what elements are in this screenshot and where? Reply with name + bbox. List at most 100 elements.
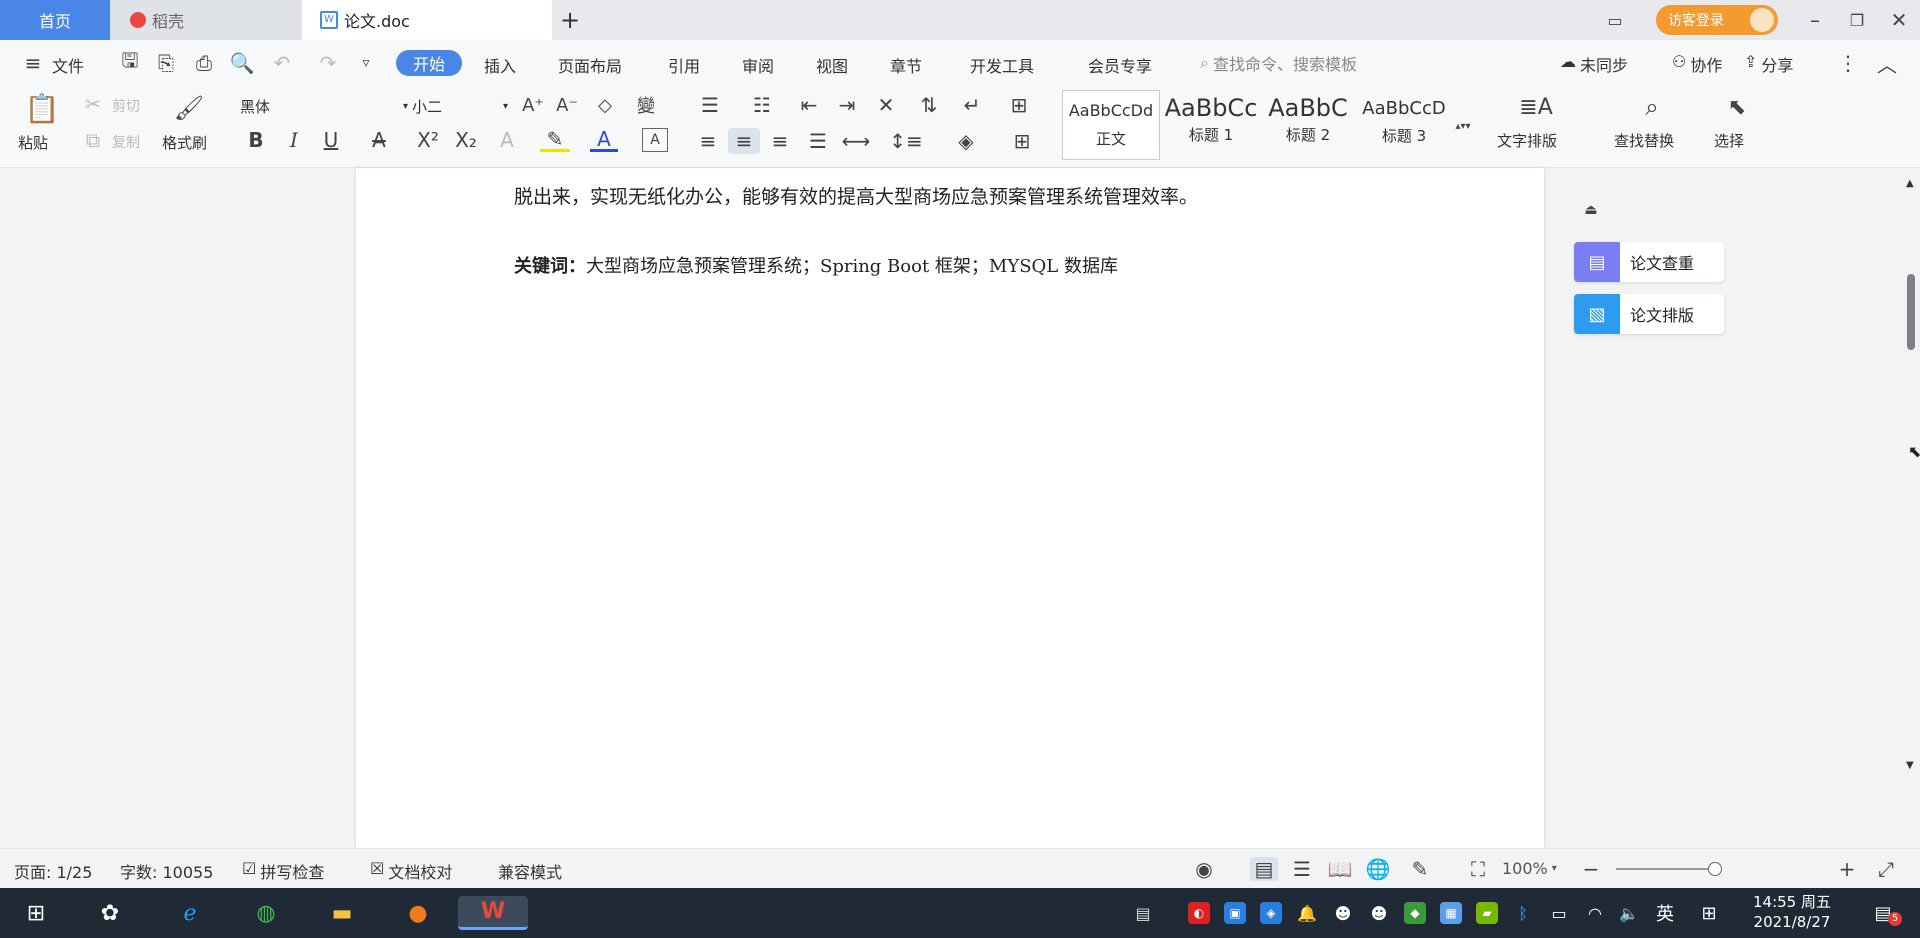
cut-label[interactable]: 剪切	[112, 96, 140, 116]
numbered-list-icon[interactable]: ☷	[746, 93, 778, 117]
scroll-down-icon[interactable]: ▼	[1906, 760, 1914, 771]
tab-chapter[interactable]: 章节	[890, 53, 922, 77]
shading-icon[interactable]: ◈	[946, 128, 986, 154]
outline-view-icon[interactable]: ☰	[1288, 857, 1316, 881]
char-border-icon[interactable]: A	[642, 128, 668, 152]
browser-360-icon[interactable]: ◍	[248, 896, 284, 930]
tab-view[interactable]: 视图	[816, 53, 848, 77]
borders-icon[interactable]: ⊞	[1002, 128, 1042, 154]
more-icon[interactable]: ⋮	[1838, 51, 1858, 75]
clear-format-icon[interactable]: ◇	[592, 94, 618, 116]
text-effect-icon[interactable]: A	[492, 128, 522, 152]
ie-browser-icon[interactable]: ℯ	[172, 896, 208, 930]
tab-document[interactable]: W 论文.doc	[302, 0, 552, 40]
font-size-select[interactable]: 小二 ▾	[412, 94, 508, 118]
collapse-ribbon-icon[interactable]: ︿	[1876, 52, 1898, 77]
find-replace-label[interactable]: 查找替换	[1614, 130, 1674, 151]
login-button[interactable]: 访客登录	[1656, 5, 1778, 35]
tray-app-2-icon[interactable]: ◐	[1188, 902, 1210, 924]
close-icon[interactable]: ✕	[1884, 8, 1914, 32]
tray-qq-icon[interactable]: ☻	[1332, 902, 1354, 924]
chinese-layout-icon[interactable]: ✕	[868, 93, 904, 117]
phonetic-icon[interactable]: 變	[628, 94, 664, 117]
windows-start-icon[interactable]: ⊞	[18, 896, 54, 930]
minimize-icon[interactable]: –	[1800, 8, 1830, 32]
style-heading-1[interactable]: AaBbCc 标题 1	[1162, 90, 1260, 160]
sort-icon[interactable]: ⇅	[916, 93, 942, 117]
scroll-up-icon[interactable]: ▲	[1906, 178, 1914, 189]
paper-layout-button[interactable]: ▧ 论文排版	[1574, 294, 1724, 334]
vertical-scrollbar[interactable]: ▲ ▼	[1902, 168, 1920, 848]
redo-icon[interactable]: ↷	[316, 51, 340, 75]
hamburger-menu-icon[interactable]: ≡	[22, 51, 44, 75]
doc-proofread-button[interactable]: ☒ 文档校对	[370, 859, 452, 883]
italic-icon[interactable]: I	[282, 128, 306, 152]
format-painter-label[interactable]: 格式刷	[162, 132, 207, 153]
reading-view-icon[interactable]: 📖	[1326, 857, 1354, 881]
style-heading-3[interactable]: AaBbCcD 标题 3	[1356, 90, 1452, 160]
justify-icon[interactable]: ☰	[804, 128, 832, 154]
decrease-indent-icon[interactable]: ⇤	[796, 93, 822, 117]
superscript-icon[interactable]: X²	[414, 128, 442, 152]
file-menu[interactable]: 文件	[52, 53, 84, 77]
zoom-in-icon[interactable]: +	[1836, 857, 1858, 881]
share-button[interactable]: ⇪ 分享	[1744, 52, 1793, 76]
grow-font-icon[interactable]: A⁺	[520, 94, 546, 116]
distribute-icon[interactable]: ⟷	[842, 128, 871, 154]
tab-start[interactable]: 开始	[396, 50, 462, 76]
font-name-select[interactable]: 黑体 ▾	[240, 94, 408, 118]
find-replace-icon[interactable]: ⌕	[1636, 92, 1668, 122]
zoom-out-icon[interactable]: −	[1580, 857, 1602, 881]
panel-collapse-icon[interactable]: ⏏	[1580, 200, 1602, 220]
collaborate-button[interactable]: ⚇ 协作	[1672, 52, 1722, 76]
strikethrough-icon[interactable]: A	[364, 128, 394, 152]
paste-label[interactable]: 粘贴	[18, 132, 48, 153]
undo-icon[interactable]: ↶	[270, 51, 294, 75]
zoom-slider-thumb[interactable]	[1708, 862, 1722, 876]
write-view-icon[interactable]: ✎	[1406, 857, 1434, 881]
select-label[interactable]: 选择	[1714, 130, 1744, 151]
tray-bell-icon[interactable]: 🔔	[1296, 902, 1318, 924]
font-color-icon[interactable]: A	[590, 127, 618, 152]
word-count[interactable]: 字数: 10055	[120, 859, 213, 883]
align-right-icon[interactable]: ≡	[766, 128, 794, 154]
bullet-list-icon[interactable]: ☰	[694, 93, 726, 117]
sync-button[interactable]: ☁ 未同步	[1560, 52, 1628, 76]
zoom-select[interactable]: 100% ▾	[1502, 859, 1557, 878]
align-center-icon[interactable]: ≡	[728, 128, 760, 154]
tray-shield-icon[interactable]: ◈	[1260, 902, 1282, 924]
command-search[interactable]: ⌕ 查找命令、搜索模板	[1200, 50, 1420, 76]
clock[interactable]: 14:55 周五 2021/8/27	[1744, 892, 1840, 932]
print-preview-icon[interactable]: 🔍	[230, 51, 255, 75]
line-spacing-icon[interactable]: ↕≡	[886, 128, 926, 154]
select-cursor-icon[interactable]: ⬉	[1722, 92, 1752, 122]
tray-app-3-icon[interactable]: ▣	[1224, 902, 1246, 924]
tray-wifi-icon[interactable]: ◠	[1584, 902, 1606, 924]
subscript-icon[interactable]: X₂	[452, 128, 480, 152]
wps-icon[interactable]: W	[458, 896, 528, 930]
cut-icon[interactable]: ✂	[82, 92, 104, 116]
tab-home[interactable]: 首页	[0, 0, 110, 40]
fit-page-icon[interactable]: ⛶	[1464, 857, 1492, 881]
media-player-icon[interactable]: ●	[400, 896, 436, 930]
tab-stops-icon[interactable]: ⊞	[1004, 93, 1034, 117]
tab-page-layout[interactable]: 页面布局	[558, 53, 622, 77]
tab-insert[interactable]: 插入	[484, 53, 516, 77]
ime-grid-icon[interactable]: ⊞	[1698, 902, 1720, 924]
style-normal[interactable]: AaBbCcDd 正文	[1062, 90, 1160, 160]
align-left-icon[interactable]: ≡	[694, 128, 722, 154]
fullscreen-icon[interactable]: ⤢	[1874, 857, 1898, 881]
web-view-icon[interactable]: 🌐	[1364, 857, 1392, 881]
increase-indent-icon[interactable]: ⇥	[834, 93, 860, 117]
tab-references[interactable]: 引用	[668, 53, 700, 77]
spell-check-button[interactable]: ☑ 拼写检查	[242, 859, 324, 883]
text-layout-icon[interactable]: ≣A	[1519, 92, 1552, 122]
tab-review[interactable]: 审阅	[742, 53, 774, 77]
style-heading-2[interactable]: AaBbC 标题 2	[1260, 90, 1356, 160]
paper-check-button[interactable]: ▤ 论文查重	[1574, 242, 1724, 282]
underline-icon[interactable]: U	[316, 128, 346, 152]
tab-developer[interactable]: 开发工具	[970, 53, 1034, 77]
tray-app-4-icon[interactable]: ◆	[1404, 902, 1426, 924]
tray-app-5-icon[interactable]: ▦	[1440, 902, 1462, 924]
show-marks-icon[interactable]: ↵	[954, 93, 990, 117]
